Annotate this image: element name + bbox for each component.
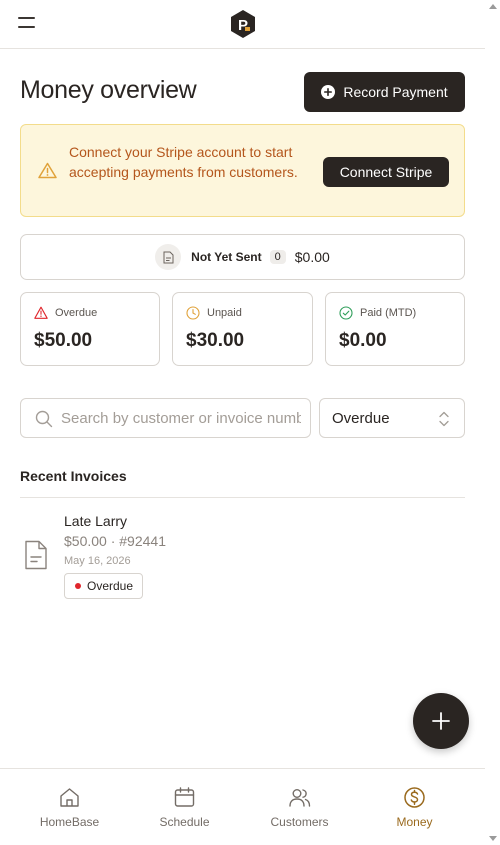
stat-unpaid-value: $30.00	[186, 330, 245, 351]
not-yet-sent-label: Not Yet Sent	[191, 250, 262, 264]
stat-paid-label: Paid (MTD)	[360, 307, 417, 319]
hamburger-icon[interactable]	[18, 17, 35, 29]
clock-icon	[186, 306, 200, 320]
search-icon	[35, 410, 53, 428]
nav-item-homebase[interactable]: HomeBase	[12, 769, 127, 845]
nav-label-customers: Customers	[270, 815, 329, 829]
warning-triangle-icon	[38, 162, 57, 179]
section-divider	[20, 497, 465, 498]
home-icon	[60, 788, 79, 807]
connect-stripe-button[interactable]: Connect Stripe	[323, 157, 449, 187]
nav-label-homebase: HomeBase	[39, 815, 100, 829]
calendar-icon	[174, 787, 195, 807]
search-input[interactable]	[61, 407, 301, 429]
app-screen: P Money overview Record Payment Connect …	[0, 0, 485, 845]
dollar-circle-icon	[404, 787, 425, 808]
status-dot	[75, 583, 81, 589]
banner-message: Connect your Stripe account to start acc…	[69, 144, 298, 180]
scroll-down-arrow[interactable]	[489, 836, 497, 841]
alert-triangle-icon	[34, 306, 48, 319]
status-badge: Overdue	[64, 573, 144, 599]
document-icon	[25, 540, 47, 570]
bottom-nav: HomeBase Schedule Customers Money	[0, 768, 485, 845]
page-title: Money overview	[20, 76, 197, 104]
record-payment-label: Record Payment	[343, 84, 448, 100]
nav-item-schedule[interactable]: Schedule	[127, 769, 242, 845]
document-icon	[155, 244, 182, 270]
record-payment-button[interactable]: Record Payment	[304, 72, 465, 112]
status-filter-select[interactable]: Overdue	[319, 398, 465, 438]
recent-invoices-title: Recent Invoices	[20, 468, 127, 484]
not-yet-sent-amount: $0.00	[294, 249, 330, 265]
users-icon	[289, 789, 311, 807]
stat-overdue-label: Overdue	[55, 307, 98, 319]
invoice-amount-number: $50.00 · #92441	[64, 533, 166, 549]
page-scrollbar[interactable]	[485, 0, 500, 845]
nav-label-schedule: Schedule	[159, 815, 210, 829]
stat-unpaid-label: Unpaid	[207, 307, 242, 319]
plus-circle-icon	[321, 85, 336, 99]
stripe-connect-banner: Connect your Stripe account to start acc…	[20, 124, 465, 217]
plus-icon	[432, 712, 450, 730]
stat-overdue-card[interactable]: Overdue $50.00	[20, 292, 160, 366]
not-yet-sent-card[interactable]: Not Yet Sent 0 $0.00	[20, 234, 465, 280]
top-bar: P	[0, 0, 485, 49]
check-circle-icon	[339, 306, 353, 320]
search-box	[20, 398, 311, 438]
stat-unpaid-card[interactable]: Unpaid $30.00	[172, 292, 313, 366]
invoice-row[interactable]: Late Larry $50.00 · #92441 May 16, 2026 …	[20, 506, 465, 602]
add-fab-button[interactable]	[413, 693, 469, 749]
status-filter-value: Overdue	[332, 410, 390, 427]
nav-item-customers[interactable]: Customers	[242, 769, 357, 845]
scroll-up-arrow[interactable]	[489, 4, 497, 9]
invoice-date: May 16, 2026	[64, 555, 131, 567]
stat-overdue-value: $50.00	[34, 330, 93, 351]
svg-text:P: P	[238, 17, 248, 34]
app-logo[interactable]: P	[229, 9, 257, 39]
not-yet-sent-count: 0	[269, 250, 286, 264]
nav-label-money: Money	[396, 815, 433, 829]
chevron-updown-icon	[439, 411, 449, 427]
invoice-customer: Late Larry	[64, 513, 128, 529]
stat-paid-card[interactable]: Paid (MTD) $0.00	[325, 292, 465, 366]
status-badge-label: Overdue	[87, 579, 134, 593]
stat-paid-value: $0.00	[339, 330, 387, 351]
nav-item-money[interactable]: Money	[357, 769, 472, 845]
